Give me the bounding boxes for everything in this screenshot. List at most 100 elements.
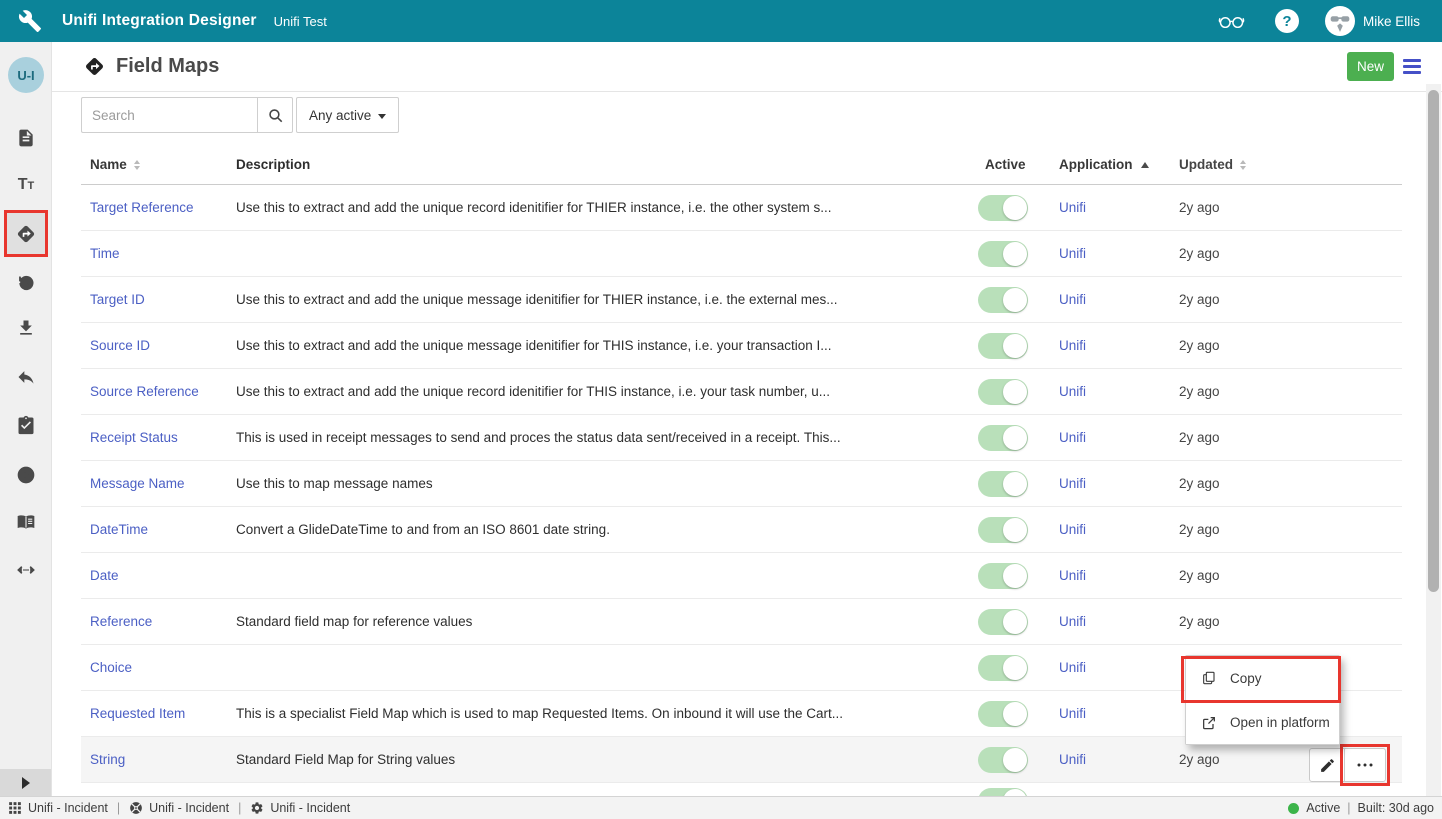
tasks-icon [16, 415, 36, 435]
application-link[interactable]: Unifi [1059, 752, 1086, 767]
sidebar-item-docs[interactable] [6, 502, 46, 542]
active-toggle[interactable] [978, 379, 1028, 405]
active-toggle[interactable] [978, 471, 1028, 497]
external-link-icon [1201, 715, 1217, 731]
search-input[interactable] [81, 97, 257, 133]
fieldmap-name-link[interactable]: Requested Item [90, 706, 185, 721]
fieldmap-name-link[interactable]: Source Reference [90, 384, 199, 399]
table-row-partial [81, 783, 1402, 796]
app-subtitle[interactable]: Unifi Test [274, 14, 327, 29]
workspace-avatar[interactable]: U-I [8, 57, 44, 93]
context-menu-item-copy[interactable]: Copy [1186, 656, 1339, 700]
application-link[interactable]: Unifi [1059, 522, 1086, 537]
active-toggle[interactable] [978, 609, 1028, 635]
sidebar-item-tasks[interactable] [6, 405, 46, 445]
fieldmap-name-link[interactable]: Target ID [90, 292, 145, 307]
application-link[interactable]: Unifi [1059, 706, 1086, 721]
fieldmap-name-link[interactable]: Date [90, 568, 119, 583]
fieldmap-description: Use this to extract and add the unique m… [236, 292, 978, 307]
sidebar-item-runs[interactable] [6, 455, 46, 495]
application-link[interactable]: Unifi [1059, 660, 1086, 675]
sidebar-item-downloads[interactable] [6, 308, 46, 348]
application-link[interactable]: Unifi [1059, 430, 1086, 445]
column-header-application[interactable]: Application [1052, 157, 1178, 172]
fieldmap-name-link[interactable]: Source ID [90, 338, 150, 353]
fieldmap-description: This is used in receipt messages to send… [236, 430, 978, 445]
book-icon [16, 512, 36, 532]
statusbar-app-2[interactable]: Unifi - Incident [129, 801, 229, 815]
application-link[interactable]: Unifi [1059, 568, 1086, 583]
fieldmap-name-link[interactable]: Time [90, 246, 120, 261]
table-row: Target ID Use this to extract and add the… [81, 277, 1402, 323]
active-filter-dropdown[interactable]: Any active [296, 97, 399, 133]
active-toggle[interactable] [978, 747, 1028, 773]
fieldmap-name-link[interactable]: Target Reference [90, 200, 194, 215]
scrollbar-track[interactable] [1426, 84, 1441, 796]
updated-text: 2y ago [1178, 430, 1402, 445]
updated-text: 2y ago [1178, 614, 1402, 629]
fieldmap-name-link[interactable]: String [90, 752, 125, 767]
sidebar-expand-button[interactable] [0, 769, 51, 796]
new-button[interactable]: New [1347, 52, 1394, 81]
sidebar-item-replies[interactable] [6, 357, 46, 397]
sidebar-item-history[interactable] [6, 263, 46, 303]
fieldmap-description: Use this to extract and add the unique r… [236, 384, 978, 399]
column-header-name[interactable]: Name [81, 157, 236, 172]
help-icon[interactable]: ? [1275, 9, 1299, 33]
application-link[interactable]: Unifi [1059, 338, 1086, 353]
application-link[interactable]: Unifi [1059, 614, 1086, 629]
copy-icon [1201, 670, 1217, 686]
sort-icon [134, 160, 140, 170]
application-link[interactable]: Unifi [1059, 200, 1086, 215]
active-toggle[interactable] [978, 287, 1028, 313]
active-toggle[interactable] [978, 425, 1028, 451]
page-header: Field Maps New [52, 42, 1442, 92]
statusbar-app-label: Unifi - Incident [270, 801, 350, 815]
sort-asc-icon [1141, 162, 1149, 168]
active-toggle[interactable] [978, 333, 1028, 359]
active-toggle[interactable] [978, 788, 1028, 796]
table-row: TimeUnifi2y ago [81, 231, 1402, 277]
fieldmap-name-link[interactable]: DateTime [90, 522, 148, 537]
scrollbar-thumb[interactable] [1428, 90, 1439, 592]
active-toggle[interactable] [978, 701, 1028, 727]
table-row: Message NameUse this to map message name… [81, 461, 1402, 507]
statusbar-app-label: Unifi - Incident [28, 801, 108, 815]
active-toggle[interactable] [978, 195, 1028, 221]
fieldmap-name-link[interactable]: Message Name [90, 476, 185, 491]
active-toggle[interactable] [978, 563, 1028, 589]
active-toggle[interactable] [978, 241, 1028, 267]
menu-icon[interactable] [1403, 59, 1421, 74]
context-menu-item-open-in-platform[interactable]: Open in platform [1186, 700, 1339, 744]
play-icon [16, 465, 36, 485]
fieldmap-name-link[interactable]: Reference [90, 614, 152, 629]
statusbar-app-3[interactable]: Unifi - Incident [250, 801, 350, 815]
sidebar-item-documents[interactable] [6, 118, 46, 158]
user-name[interactable]: Mike Ellis [1363, 14, 1420, 29]
column-header-updated[interactable]: Updated [1178, 157, 1402, 172]
updated-text: 2y ago [1178, 476, 1402, 491]
active-toggle[interactable] [978, 655, 1028, 681]
user-avatar[interactable] [1325, 6, 1355, 36]
ellipsis-icon [1356, 762, 1374, 768]
search-button[interactable] [257, 97, 293, 133]
updated-text: 2y ago [1178, 522, 1402, 537]
avatar-face-icon [1327, 8, 1353, 34]
more-actions-button[interactable] [1344, 748, 1386, 782]
column-header-description[interactable]: Description [236, 157, 978, 172]
sidebar-item-text[interactable]: TT [6, 165, 46, 205]
application-link[interactable]: Unifi [1059, 384, 1086, 399]
active-toggle[interactable] [978, 517, 1028, 543]
application-link[interactable]: Unifi [1059, 246, 1086, 261]
statusbar-app-1[interactable]: Unifi - Incident [8, 801, 108, 815]
application-link[interactable]: Unifi [1059, 476, 1086, 491]
glasses-icon[interactable] [1218, 12, 1245, 30]
edit-button[interactable] [1309, 748, 1345, 782]
sidebar-item-field-maps[interactable] [4, 210, 48, 257]
table-header: Name Description Active Application Upda… [81, 145, 1402, 185]
fieldmap-name-link[interactable]: Receipt Status [90, 430, 178, 445]
sidebar-item-code[interactable] [6, 550, 46, 590]
column-header-active[interactable]: Active [978, 157, 1052, 172]
application-link[interactable]: Unifi [1059, 292, 1086, 307]
fieldmap-name-link[interactable]: Choice [90, 660, 132, 675]
